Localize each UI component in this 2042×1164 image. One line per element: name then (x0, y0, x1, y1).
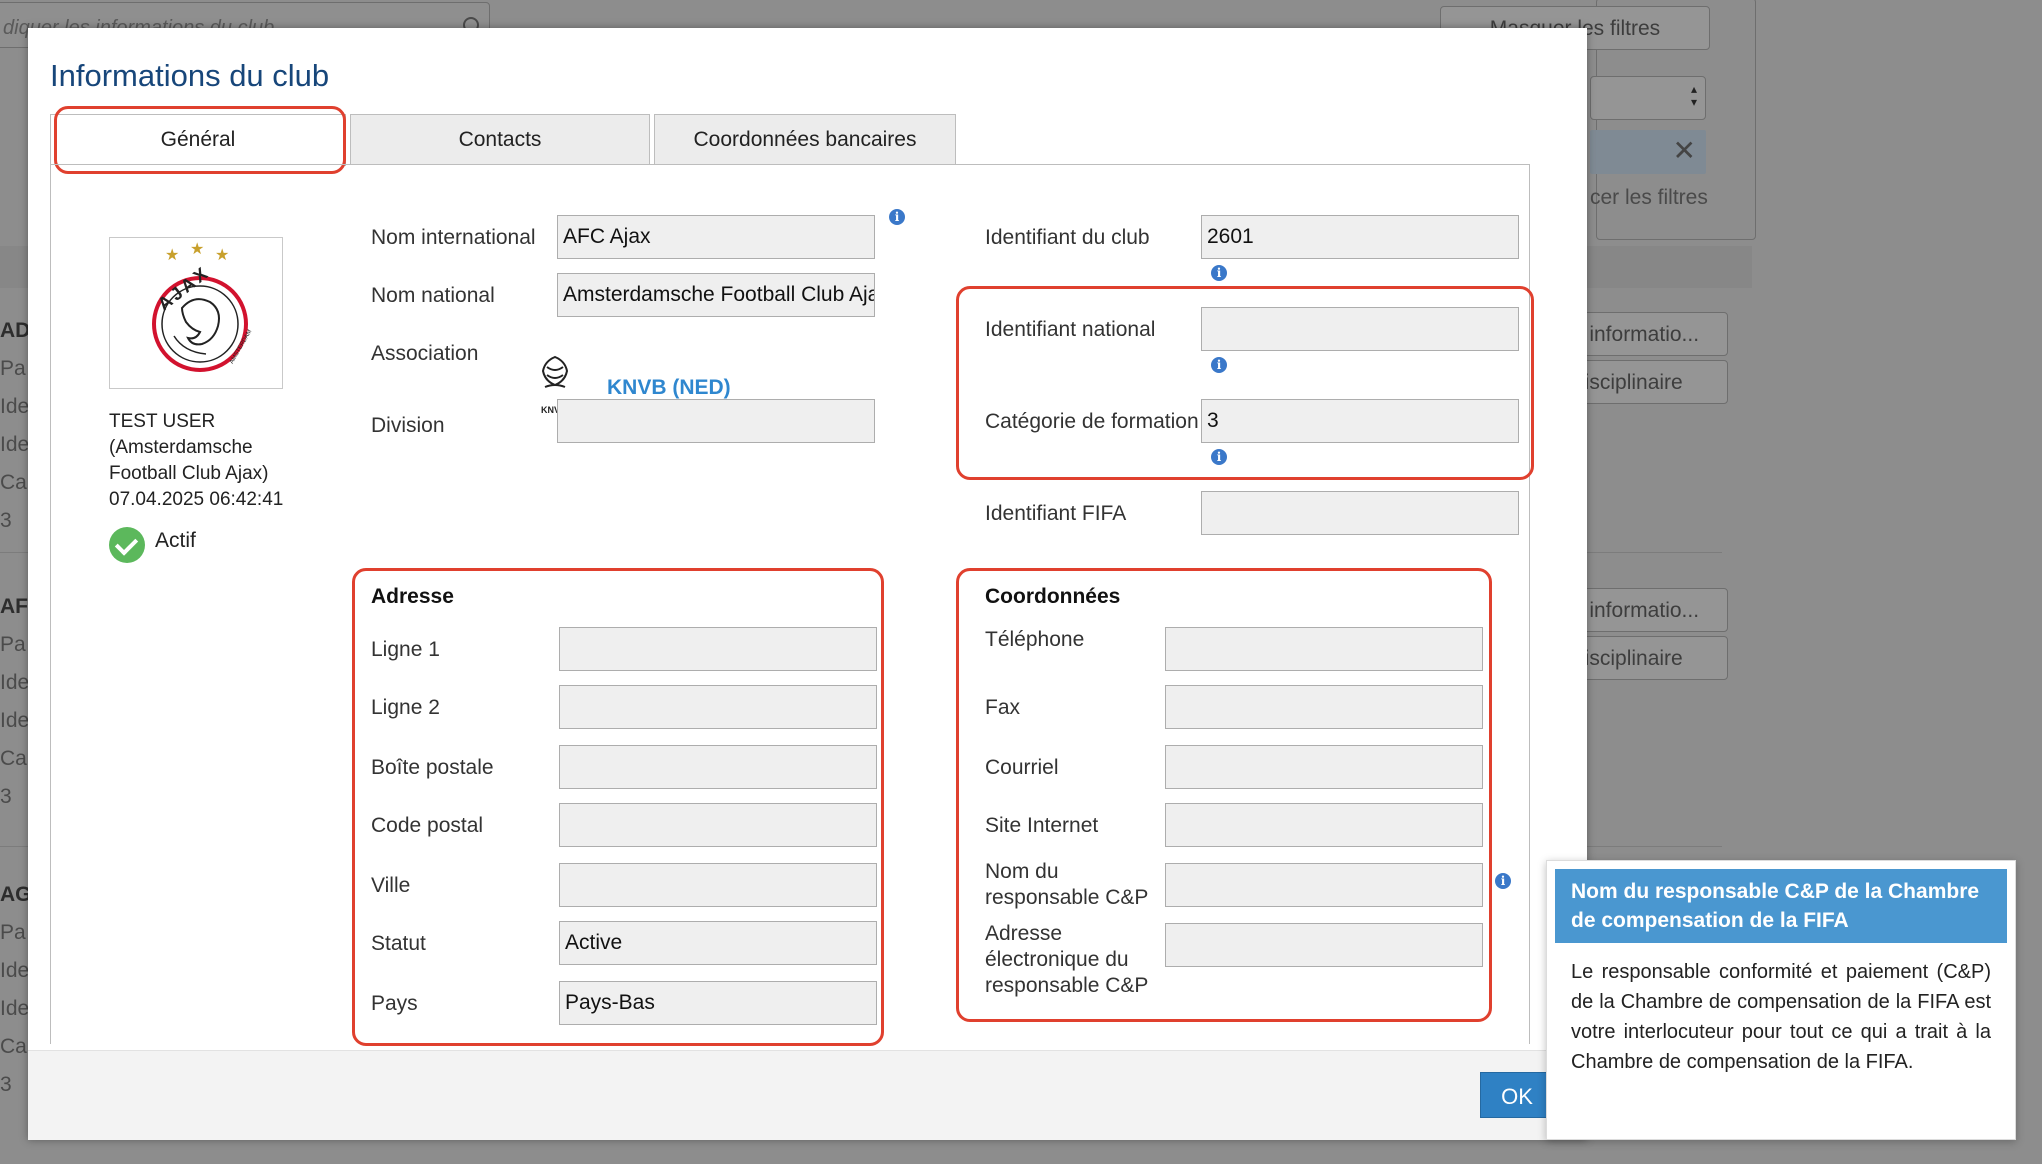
row-line: Ide (0, 395, 30, 418)
row-line: Ca (0, 747, 27, 770)
division-field[interactable] (557, 399, 875, 443)
club-id-field[interactable]: 2601 (1201, 215, 1519, 259)
highlight-contact (956, 568, 1492, 1022)
background-row-2: AF Pa Ide Ide Ca 3 (0, 588, 29, 816)
row-line: 3 (0, 785, 12, 808)
background-select (1590, 76, 1706, 120)
svg-text:★: ★ (190, 239, 204, 258)
tooltip-body: Le responsable conformité et paiement (C… (1571, 961, 1991, 1073)
national-name-label: Nom national (371, 284, 495, 307)
intl-name-field[interactable]: AFC Ajax (557, 215, 875, 259)
close-icon: ✕ (1672, 135, 1696, 166)
row-line: Pa (0, 633, 26, 656)
ok-button[interactable]: OK (1480, 1072, 1554, 1118)
association-label: Association (371, 342, 479, 365)
cp-name-tooltip: Nom du responsable C&P de la Chambre de … (1546, 860, 2016, 1140)
row-line: Ide (0, 433, 30, 456)
svg-text:★: ★ (215, 245, 229, 264)
row-line: 3 (0, 1073, 12, 1096)
svg-text:★: ★ (165, 245, 179, 264)
row-code: AF (0, 595, 28, 618)
tooltip-title: Nom du responsable C&P de la Chambre de … (1555, 869, 2007, 943)
club-info-dialog: Informations du club Général Contacts Co… (28, 28, 1587, 1140)
national-name-field[interactable]: Amsterdamsche Football Club Ajax (557, 273, 875, 317)
row-line: Ca (0, 1035, 27, 1058)
highlight-national-ids (956, 286, 1534, 480)
row-line: Ide (0, 671, 30, 694)
intl-name-label: Nom international (371, 226, 536, 249)
row-line: Ide (0, 709, 30, 732)
background-filter-tag: ✕ (1590, 130, 1706, 174)
club-logo: ★ ★ ★ AJAX AMSTERDAM (109, 237, 283, 389)
row-code: AG (0, 883, 32, 906)
ajax-logo-icon: ★ ★ ★ (152, 239, 248, 372)
division-label: Division (371, 414, 445, 437)
row-line: 3 (0, 509, 12, 532)
row-line: Ca (0, 471, 27, 494)
user-line: (Amsterdamsche (109, 437, 253, 458)
fifa-id-field[interactable] (1201, 491, 1519, 535)
background-row-3: AG Pa Ide Ide Ca 3 (0, 876, 32, 1104)
reset-filters-link: cer les filtres (1590, 186, 1708, 209)
check-circle-icon (109, 527, 145, 563)
fifa-id-label: Identifiant FIFA (985, 502, 1127, 525)
last-modified-info: TEST USER (Amsterdamsche Football Club A… (109, 409, 309, 513)
info-icon[interactable]: i (1211, 265, 1227, 281)
status-label: Actif (155, 529, 196, 552)
row-line: Ide (0, 959, 30, 982)
row-line: Pa (0, 357, 26, 380)
row-code: AD (0, 319, 31, 342)
club-id-label: Identifiant du club (985, 226, 1150, 249)
knvb-logo-icon (541, 355, 569, 388)
highlight-address (352, 568, 884, 1046)
row-line: Pa (0, 921, 26, 944)
timestamp: 07.04.2025 06:42:41 (109, 489, 284, 510)
tab-contacts[interactable]: Contacts (350, 114, 650, 164)
info-icon[interactable]: i (889, 209, 905, 225)
info-icon[interactable]: i (1495, 873, 1511, 889)
dialog-title: Informations du club (50, 58, 330, 93)
user-line: TEST USER (109, 411, 216, 432)
user-line: Football Club Ajax) (109, 463, 269, 484)
row-line: Ide (0, 997, 30, 1020)
background-row-1: AD Pa Ide Ide Ca 3 (0, 312, 30, 540)
association-link[interactable]: KNVB (NED) (607, 376, 731, 400)
tab-bank-details[interactable]: Coordonnées bancaires (654, 114, 956, 164)
dialog-footer (28, 1050, 1587, 1140)
